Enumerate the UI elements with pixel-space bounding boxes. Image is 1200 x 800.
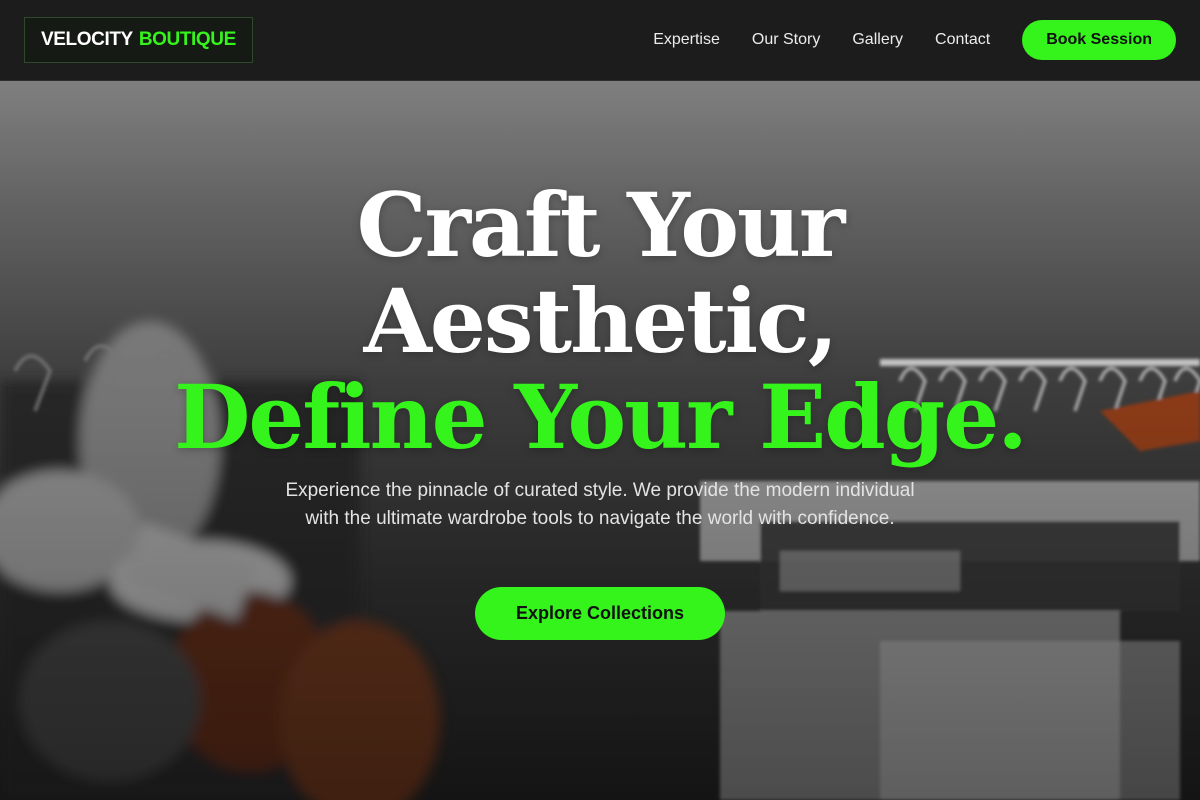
nav-link-expertise[interactable]: Expertise: [653, 31, 720, 49]
nav-link-our-story[interactable]: Our Story: [752, 31, 820, 49]
brand-word-boutique: BOUTIQUE: [138, 29, 236, 50]
explore-collections-button[interactable]: Explore Collections: [475, 587, 725, 640]
nav-link-gallery[interactable]: Gallery: [852, 31, 903, 49]
book-session-button[interactable]: Book Session: [1022, 20, 1176, 60]
hero-section: Craft Your Aesthetic, Define Your Edge. …: [0, 81, 1200, 800]
nav-link-contact[interactable]: Contact: [935, 31, 990, 49]
brand-logo[interactable]: VELOCITY BOUTIQUE: [24, 17, 253, 63]
hero-headline: Craft Your Aesthetic, Define Your Edge.: [0, 177, 1200, 465]
brand-word-velocity: VELOCITY: [41, 29, 133, 50]
headline-line-3: Define Your Edge.: [174, 365, 1028, 469]
site-header: VELOCITY BOUTIQUE Expertise Our Story Ga…: [0, 0, 1200, 81]
headline-line-2: Aesthetic,: [363, 269, 839, 373]
main-nav: Expertise Our Story Gallery Contact Book…: [653, 20, 1176, 60]
hero-content: Craft Your Aesthetic, Define Your Edge. …: [0, 81, 1200, 800]
hero-subtext: Experience the pinnacle of curated style…: [285, 480, 915, 529]
headline-line-1: Craft Your: [356, 173, 846, 277]
